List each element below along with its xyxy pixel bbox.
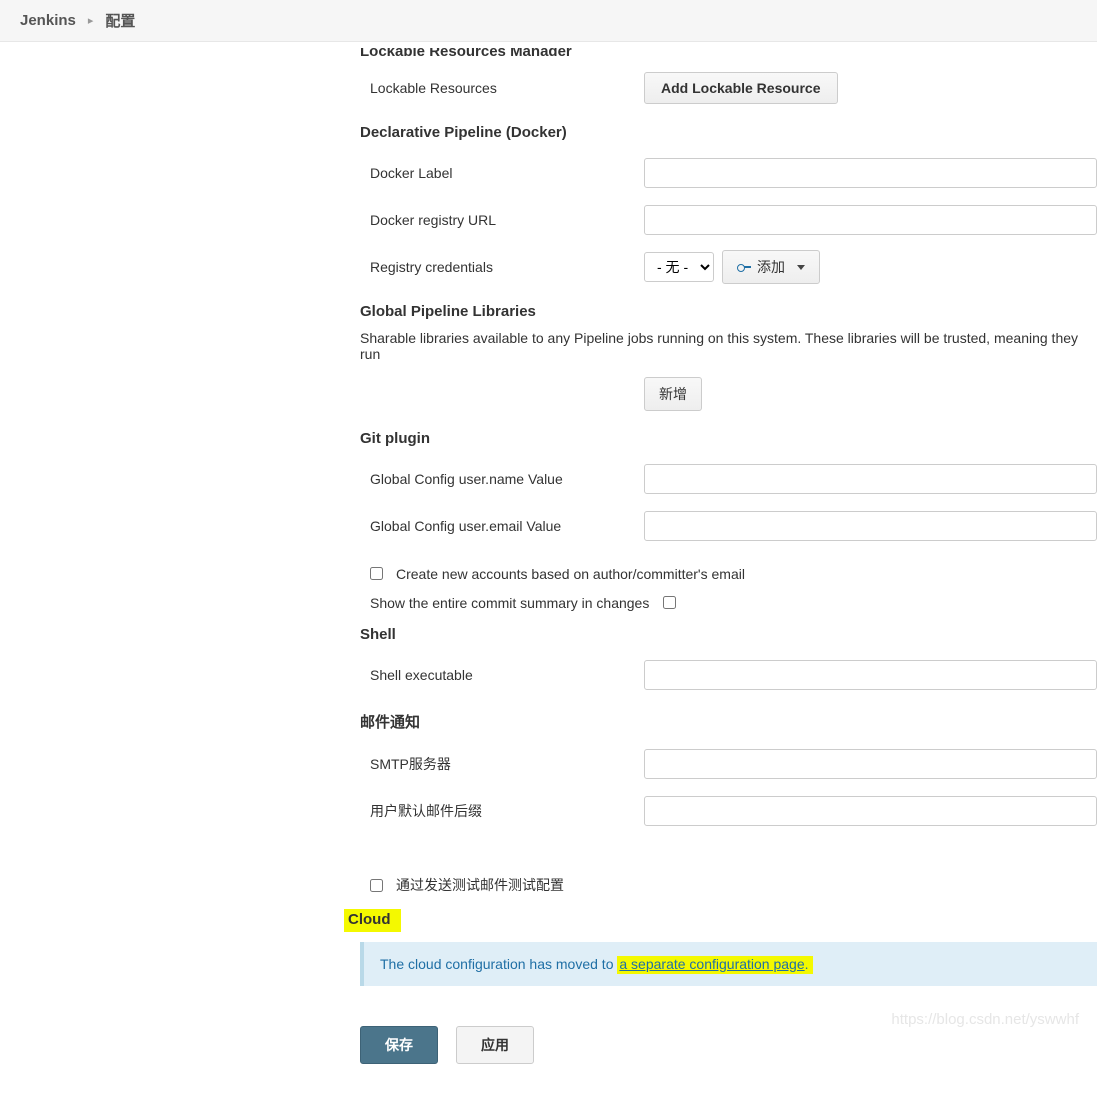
git-create-accounts-checkbox[interactable] — [370, 567, 383, 580]
git-user-name-input[interactable] — [644, 464, 1097, 494]
section-libraries-title: Global Pipeline Libraries — [360, 303, 1097, 320]
label-git-user-email: Global Config user.email Value — [360, 518, 644, 534]
row-docker-registry-url: Docker registry URL — [360, 198, 1097, 242]
breadcrumb-current[interactable]: 配置 — [105, 10, 135, 31]
chevron-right-icon: ▸ — [88, 14, 94, 27]
breadcrumb: Jenkins ▸ 配置 — [0, 0, 1097, 42]
row-git-user-name: Global Config user.name Value — [360, 457, 1097, 501]
git-user-email-input[interactable] — [644, 511, 1097, 541]
label-git-show-summary: Show the entire commit summary in change… — [370, 595, 649, 611]
add-library-button[interactable]: 新增 — [644, 377, 702, 411]
label-shell-exec: Shell executable — [360, 667, 644, 683]
section-mail-title: 邮件通知 — [360, 711, 1097, 732]
mail-suffix-input[interactable] — [644, 796, 1097, 826]
cloud-info-suffix: . — [805, 956, 809, 972]
row-mail-suffix: 用户默认邮件后缀 — [360, 789, 1097, 833]
cloud-info-text: The cloud configuration has moved to — [380, 956, 617, 972]
git-show-summary-checkbox[interactable] — [663, 596, 676, 609]
section-shell-title: Shell — [360, 626, 1097, 643]
label-git-create-accounts: Create new accounts based on author/comm… — [396, 566, 745, 582]
label-docker-label: Docker Label — [360, 165, 644, 181]
breadcrumb-root[interactable]: Jenkins — [20, 12, 76, 29]
label-git-user-name: Global Config user.name Value — [360, 471, 644, 487]
key-icon — [737, 263, 751, 271]
shell-exec-input[interactable] — [644, 660, 1097, 690]
label-docker-registry-url: Docker registry URL — [360, 212, 644, 228]
docker-label-input[interactable] — [644, 158, 1097, 188]
row-lockable-resources: Lockable Resources Add Lockable Resource — [360, 66, 1097, 110]
row-libraries-add: 新增 — [360, 372, 1097, 416]
row-git-user-email: Global Config user.email Value — [360, 504, 1097, 548]
add-lockable-resource-button[interactable]: Add Lockable Resource — [644, 72, 838, 104]
row-git-create-accounts: Create new accounts based on author/comm… — [360, 564, 1097, 583]
save-button[interactable]: 保存 — [360, 1026, 438, 1064]
label-mail-suffix: 用户默认邮件后缀 — [360, 801, 644, 821]
row-test-mail: 通过发送测试邮件测试配置 — [360, 875, 1097, 895]
section-docker-title: Declarative Pipeline (Docker) — [360, 124, 1097, 141]
cloud-config-link[interactable]: a separate configuration page — [619, 956, 804, 972]
test-mail-checkbox[interactable] — [370, 879, 383, 892]
footer-buttons: 保存 应用 — [360, 1026, 1097, 1064]
label-test-mail: 通过发送测试邮件测试配置 — [396, 875, 564, 895]
section-git-title: Git plugin — [360, 430, 1097, 447]
libraries-description: Sharable libraries available to any Pipe… — [360, 330, 1097, 362]
docker-registry-url-input[interactable] — [644, 205, 1097, 235]
row-docker-label: Docker Label — [360, 151, 1097, 195]
cloud-info: The cloud configuration has moved to a s… — [360, 942, 1097, 986]
label-smtp: SMTP服务器 — [360, 754, 644, 774]
row-smtp: SMTP服务器 — [360, 742, 1097, 786]
row-registry-credentials: Registry credentials - 无 - 添加 — [360, 245, 1097, 289]
row-git-show-summary: Show the entire commit summary in change… — [360, 593, 1097, 612]
label-registry-credentials: Registry credentials — [360, 259, 644, 275]
config-form: Lockable Resources Manager Lockable Reso… — [360, 42, 1097, 1104]
label-lockable-resources: Lockable Resources — [360, 80, 644, 96]
section-lockable-title: Lockable Resources Manager — [360, 48, 1097, 56]
apply-button[interactable]: 应用 — [456, 1026, 534, 1064]
row-shell-exec: Shell executable — [360, 653, 1097, 697]
chevron-down-icon — [797, 265, 805, 270]
smtp-server-input[interactable] — [644, 749, 1097, 779]
add-credentials-button[interactable]: 添加 — [722, 250, 820, 284]
section-cloud-title: Cloud — [352, 909, 1097, 932]
registry-credentials-select[interactable]: - 无 - — [644, 252, 714, 282]
